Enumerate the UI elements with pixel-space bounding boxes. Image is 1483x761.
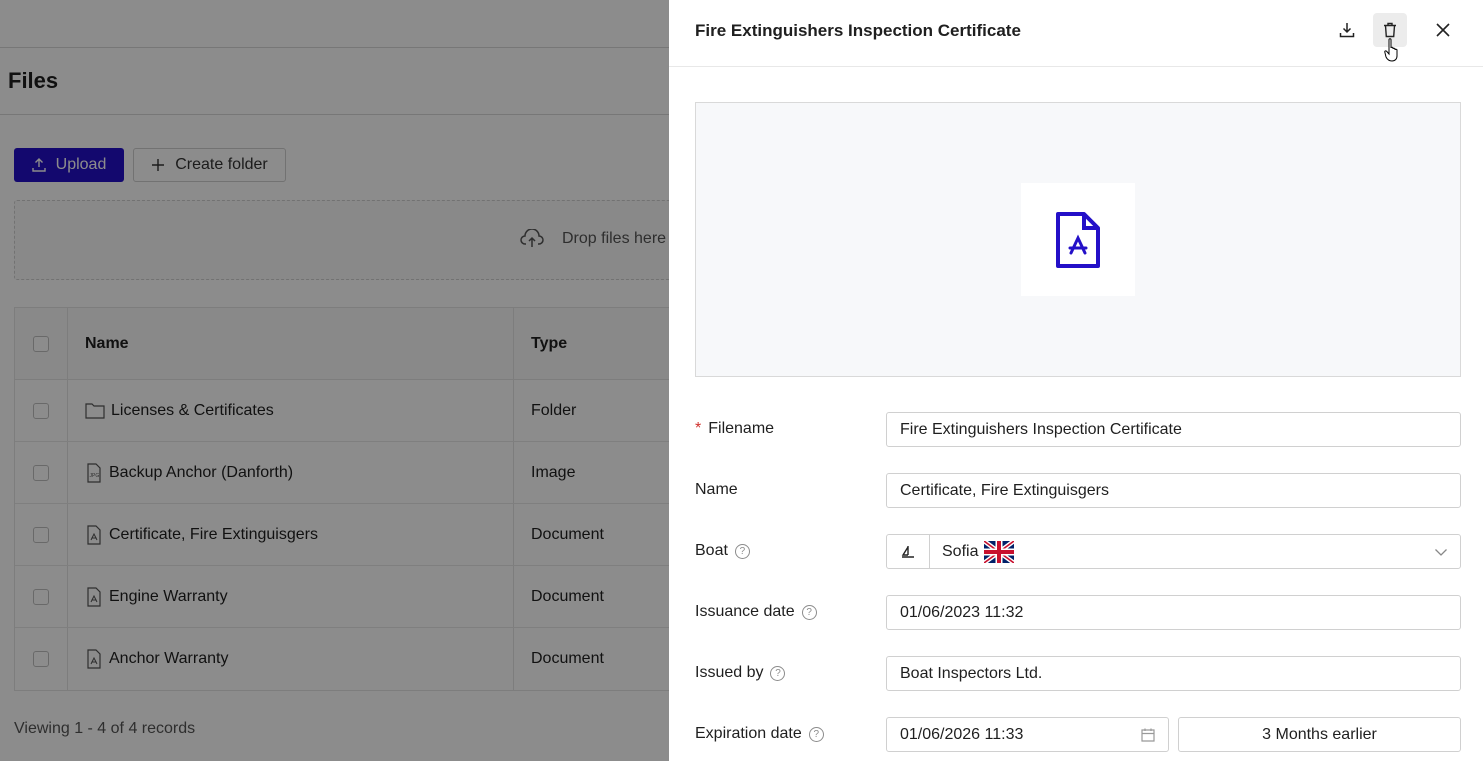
hand-cursor-icon [1384,38,1398,62]
expiration-label: Expiration date [695,725,802,742]
help-icon[interactable]: ? [770,665,786,681]
issued-by-row: Issued by? Boat Inspectors Ltd. [695,656,1461,691]
expiration-value: 01/06/2026 11:33 [900,725,1024,743]
filename-value: Fire Extinguishers Inspection Certificat… [900,420,1182,438]
download-button[interactable] [1330,13,1364,47]
file-details-drawer: Fire Extinguishers Inspection Certificat… [669,0,1483,761]
close-button[interactable] [1426,13,1460,47]
issuance-label: Issuance date [695,603,795,620]
preview-card [1021,183,1135,296]
help-icon[interactable]: ? [801,604,817,620]
pdf-file-icon [1056,211,1100,268]
name-field[interactable]: Certificate, Fire Extinguisgers [886,473,1461,508]
boat-value: Sofia [942,542,979,560]
help-icon[interactable]: ? [808,726,824,742]
filename-field[interactable]: Fire Extinguishers Inspection Certificat… [886,412,1461,447]
issued-by-field[interactable]: Boat Inspectors Ltd. [886,656,1461,691]
sailboat-icon [901,545,914,558]
issuance-row: Issuance date? 01/06/2023 11:32 [695,595,1461,630]
name-label: Name [695,481,738,498]
boat-icon-box [887,535,930,568]
file-preview [695,102,1461,377]
filename-row: * Filename Fire Extinguishers Inspection … [695,412,1461,447]
name-row: Name Certificate, Fire Extinguisgers [695,473,1461,508]
help-icon[interactable]: ? [734,543,750,559]
expiration-date-field[interactable]: 01/06/2026 11:33 [886,717,1169,752]
close-icon [1436,23,1450,37]
boat-row: Boat? Sofia [695,534,1461,569]
issued-by-label: Issued by [695,664,764,681]
chevron-down-icon [1435,549,1447,556]
expiration-row: Expiration date? 01/06/2026 11:33 3 Mont… [695,717,1461,752]
reminder-select[interactable]: 3 Months earlier [1178,717,1461,752]
uk-flag-icon [984,540,1015,563]
trash-icon [1384,22,1396,38]
issuance-date-field[interactable]: 01/06/2023 11:32 [886,595,1461,630]
filename-label: Filename [708,420,775,437]
issued-by-value: Boat Inspectors Ltd. [900,664,1043,682]
download-icon [1339,23,1355,38]
boat-label: Boat [695,542,728,559]
required-marker: * [695,420,702,437]
drawer-title: Fire Extinguishers Inspection Certificat… [695,21,1021,40]
name-value: Certificate, Fire Extinguisgers [900,481,1109,499]
issuance-value: 01/06/2023 11:32 [900,603,1024,621]
drawer-header: Fire Extinguishers Inspection Certificat… [669,0,1483,67]
calendar-icon[interactable] [1140,727,1156,743]
boat-select[interactable]: Sofia [886,534,1461,569]
